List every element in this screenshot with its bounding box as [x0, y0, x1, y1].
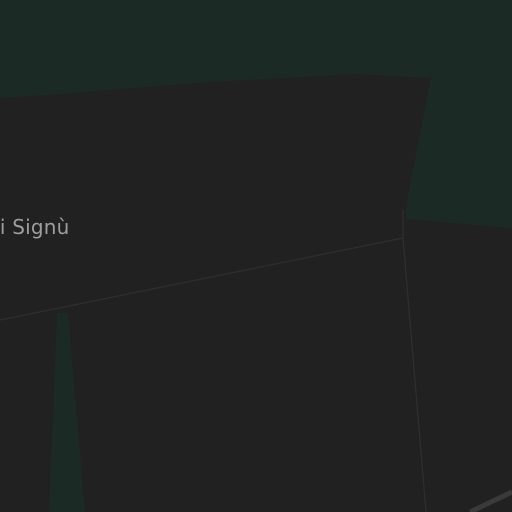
place-name-label: ni Signù	[0, 215, 70, 239]
map-canvas[interactable]	[0, 0, 512, 512]
map-view[interactable]: ni Signù	[0, 0, 512, 512]
